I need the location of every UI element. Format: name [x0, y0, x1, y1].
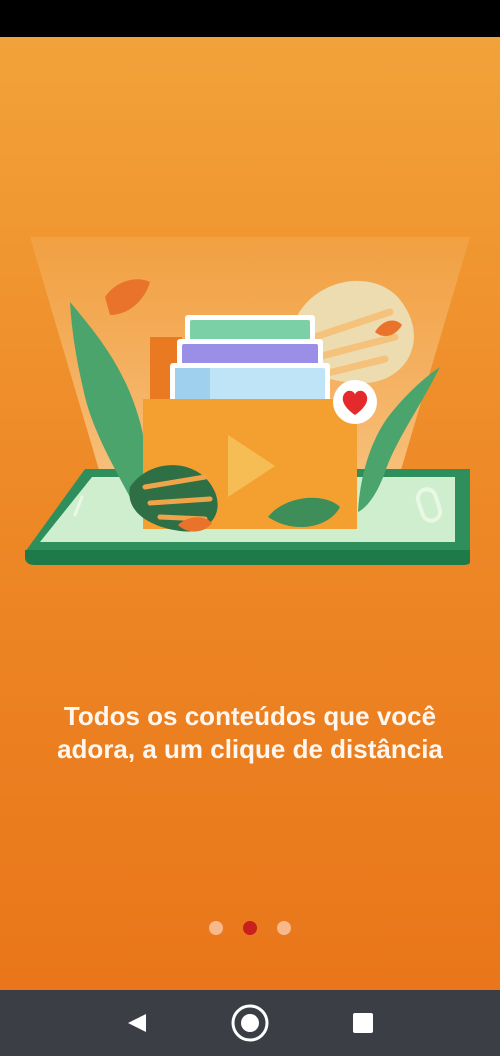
onboarding-illustration — [25, 237, 470, 565]
back-button[interactable] — [114, 1000, 160, 1046]
onboarding-screen: Todos os conteúdos que você adora, a um … — [0, 37, 500, 990]
page-indicator — [0, 921, 500, 935]
back-triangle-icon — [127, 1014, 146, 1032]
status-bar — [0, 0, 500, 37]
onboarding-headline: Todos os conteúdos que você adora, a um … — [57, 701, 443, 764]
page-dot-2-active[interactable] — [243, 921, 257, 935]
recents-button[interactable] — [340, 1000, 386, 1046]
home-button[interactable] — [227, 1000, 273, 1046]
page-dot-3[interactable] — [277, 921, 291, 935]
recents-square-icon — [353, 1013, 374, 1033]
heart-badge — [333, 380, 377, 424]
home-circle-icon — [231, 1004, 269, 1042]
system-navigation-bar — [0, 990, 500, 1056]
page-dot-1[interactable] — [209, 921, 223, 935]
